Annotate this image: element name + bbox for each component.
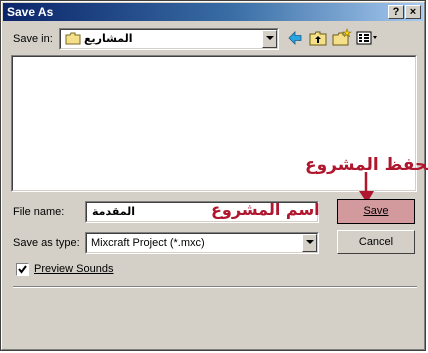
project-name-annotation: اسم المشروع bbox=[211, 200, 320, 219]
file-name-label: File name: bbox=[13, 206, 65, 218]
save-in-dropdown[interactable]: المشاريع bbox=[59, 28, 279, 50]
view-menu-icon[interactable] bbox=[356, 30, 378, 46]
preview-sounds-label[interactable]: Preview Sounds bbox=[34, 263, 114, 275]
close-button[interactable]: × bbox=[405, 5, 421, 19]
save-as-type-dropdown[interactable]: Mixcraft Project (*.mxc) bbox=[85, 232, 319, 254]
folder-icon bbox=[65, 32, 81, 45]
preview-sounds-checkbox[interactable] bbox=[16, 263, 29, 276]
save-as-type-label: Save as type: bbox=[13, 237, 80, 249]
save-button-label: Save bbox=[363, 205, 389, 217]
save-as-type-value: Mixcraft Project (*.mxc) bbox=[91, 237, 205, 249]
save-button[interactable]: Save bbox=[337, 199, 415, 224]
save-as-dialog: Save As ? × Save in: المشاريع لحفظ المشر… bbox=[0, 0, 428, 351]
cancel-button-label: Cancel bbox=[358, 236, 394, 248]
help-icon: ? bbox=[392, 6, 400, 18]
divider bbox=[13, 286, 417, 288]
up-folder-icon[interactable] bbox=[309, 30, 327, 46]
dialog-title: Save As bbox=[7, 5, 54, 19]
file-name-value: المقدمة bbox=[92, 205, 136, 218]
title-bar[interactable]: Save As ? × bbox=[3, 3, 423, 21]
cancel-button[interactable]: Cancel bbox=[337, 230, 415, 254]
close-icon: × bbox=[409, 6, 417, 18]
save-in-value: المشاريع bbox=[84, 32, 133, 45]
save-in-label: Save in: bbox=[13, 33, 53, 45]
new-folder-icon[interactable] bbox=[332, 28, 352, 46]
back-arrow-icon[interactable] bbox=[287, 31, 303, 45]
save-in-dropdown-arrow[interactable] bbox=[262, 30, 277, 48]
checkmark-icon bbox=[18, 265, 27, 274]
save-as-type-dropdown-arrow[interactable] bbox=[302, 234, 317, 252]
help-button[interactable]: ? bbox=[388, 5, 404, 19]
